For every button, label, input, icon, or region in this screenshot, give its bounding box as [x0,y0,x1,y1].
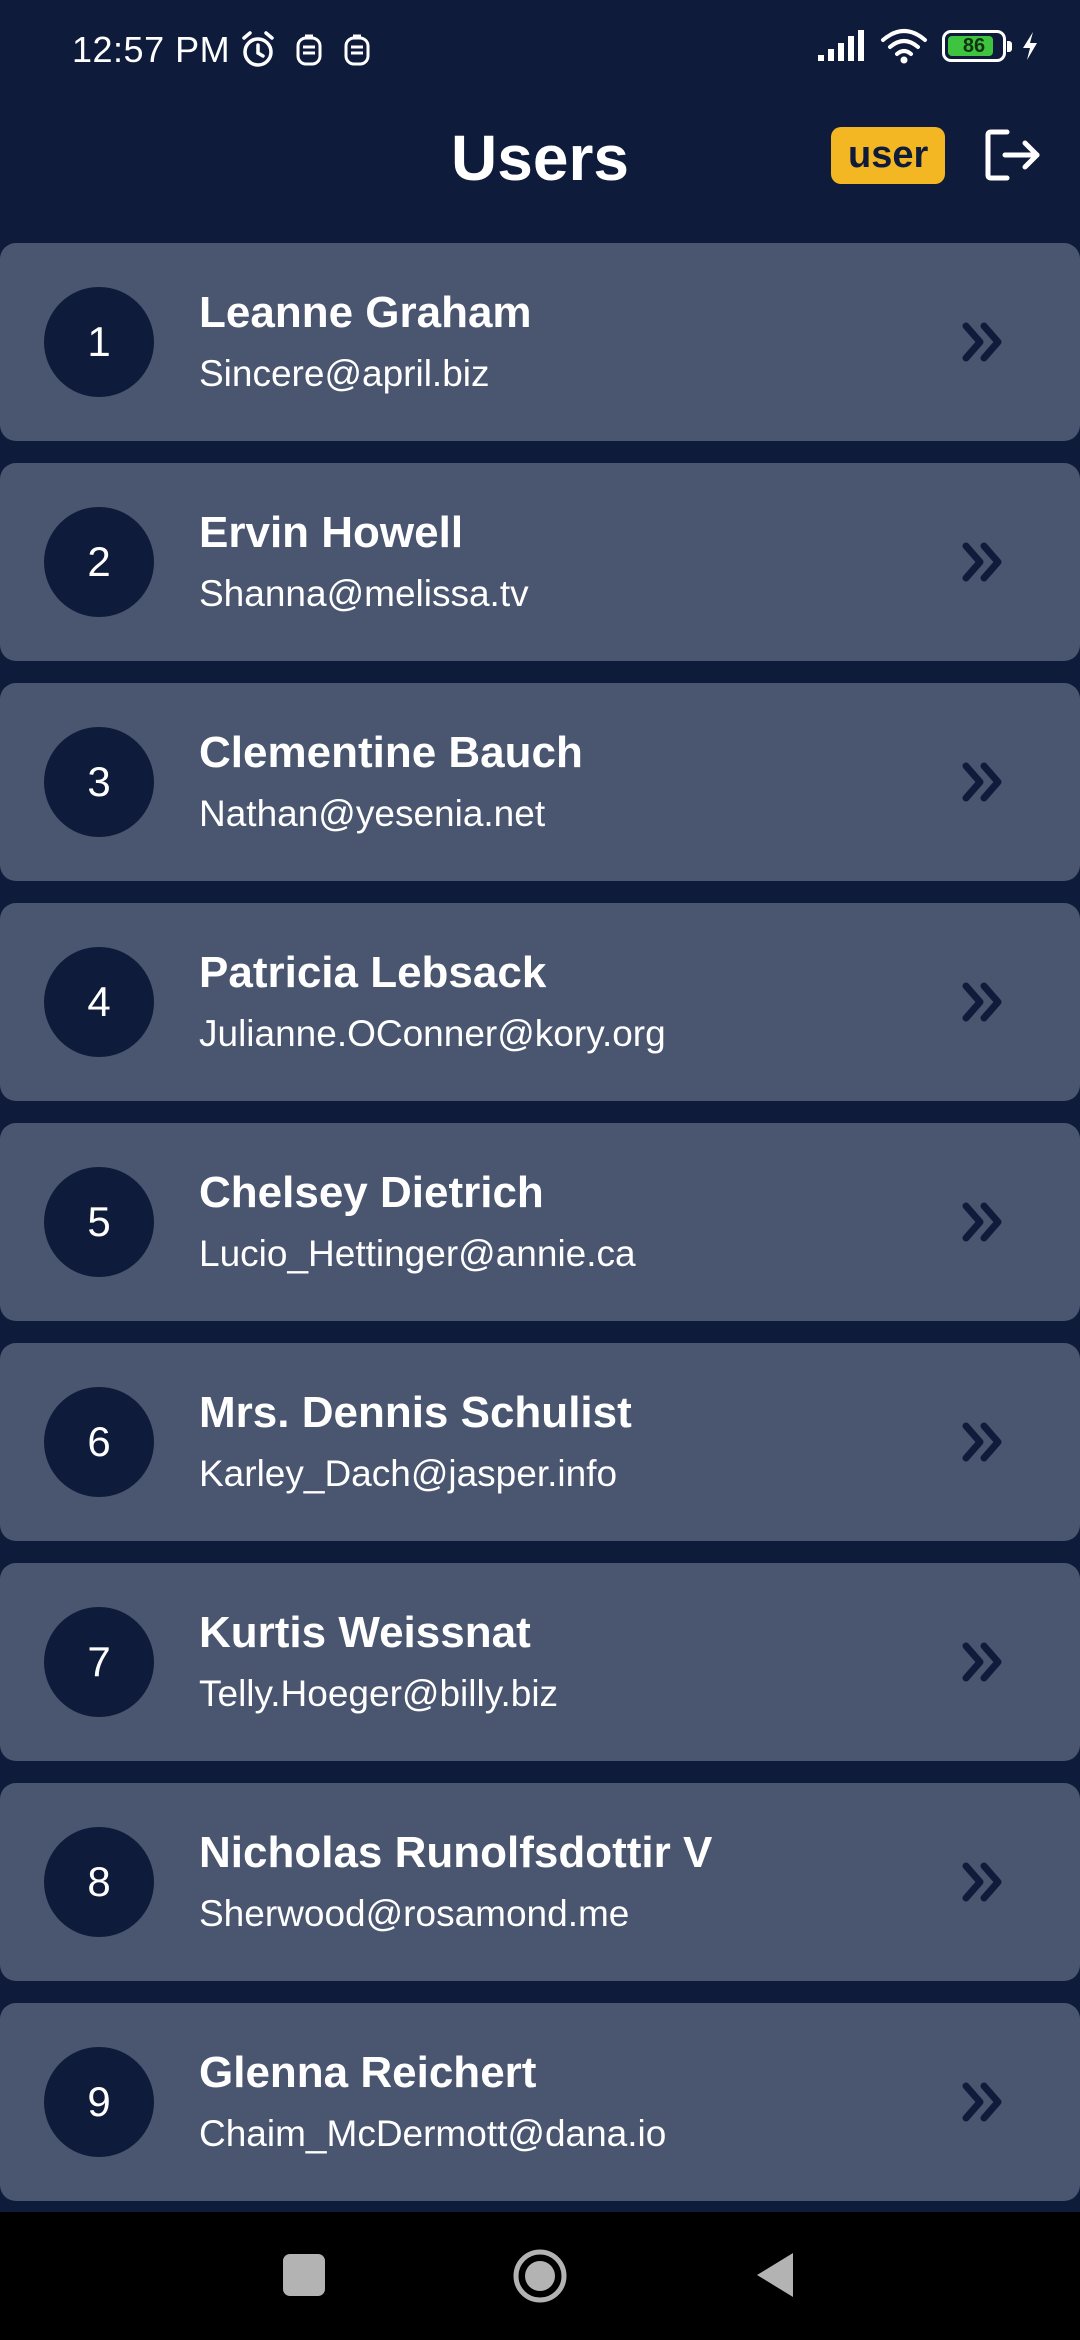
charging-icon [1023,32,1037,60]
role-badge: user [831,127,946,184]
battery-level: 86 [962,34,986,57]
double-chevron-right-icon [962,982,1002,1022]
user-card-5[interactable]: 5 Chelsey Dietrich Lucio_Hettinger@annie… [0,1123,1080,1321]
user-email: Julianne.OConner@kory.org [199,1013,666,1054]
battery-icon: 86 [942,30,1012,62]
user-card-3[interactable]: 3 Clementine Bauch Nathan@yesenia.net [0,683,1080,881]
user-card-4[interactable]: 4 Patricia Lebsack Julianne.OConner@kory… [0,903,1080,1101]
double-chevron-right-icon [962,1422,1002,1462]
user-name: Ervin Howell [199,508,464,557]
user-email: Chaim_McDermott@dana.io [199,2113,667,2154]
user-card-9[interactable]: 9 Glenna Reichert Chaim_McDermott@dana.i… [0,2003,1080,2201]
status-notification-icons [238,30,374,70]
double-chevron-right-icon [962,542,1002,582]
user-name: Kurtis Weissnat [199,1608,531,1657]
user-email: Sincere@april.biz [199,353,490,394]
signal-icon [818,30,864,61]
user-number-avatar: 2 [44,507,154,617]
user-number-avatar: 3 [44,727,154,837]
user-card-8[interactable]: 8 Nicholas Runolfsdottir V Sherwood@rosa… [0,1783,1080,1981]
double-chevron-right-icon [962,1202,1002,1242]
logout-icon [985,129,1040,181]
alarm-icon [242,31,274,67]
user-name: Patricia Lebsack [199,948,547,997]
user-name: Glenna Reichert [199,2048,537,2097]
wifi-icon [881,29,927,64]
user-number-avatar: 1 [44,287,154,397]
system-nav-bar [0,2212,1080,2340]
user-name: Nicholas Runolfsdottir V [199,1828,713,1877]
user-number-avatar: 8 [44,1827,154,1937]
user-card-7[interactable]: 7 Kurtis Weissnat Telly.Hoeger@billy.biz [0,1563,1080,1761]
status-right-icons: 86 [816,28,1040,64]
user-name: Chelsey Dietrich [199,1168,544,1217]
double-chevron-right-icon [962,1862,1002,1902]
double-chevron-right-icon [962,762,1002,802]
user-name: Leanne Graham [199,288,532,337]
user-name: Mrs. Dennis Schulist [199,1388,632,1437]
home-button[interactable] [512,2248,568,2304]
user-number-avatar: 5 [44,1167,154,1277]
status-time: 12:57 PM [72,29,231,70]
back-button[interactable] [753,2250,797,2300]
user-email: Sherwood@rosamond.me [199,1893,630,1934]
notification-icon [296,34,322,66]
user-number-avatar: 4 [44,947,154,1057]
user-card-6[interactable]: 6 Mrs. Dennis Schulist Karley_Dach@jaspe… [0,1343,1080,1541]
user-number-avatar: 9 [44,2047,154,2157]
user-number-avatar: 7 [44,1607,154,1717]
user-email: Lucio_Hettinger@annie.ca [199,1233,636,1274]
double-chevron-right-icon [962,2082,1002,2122]
user-email: Nathan@yesenia.net [199,793,546,834]
user-email: Karley_Dach@jasper.info [199,1453,618,1494]
app-header: Users user [0,100,1080,230]
user-name: Clementine Bauch [199,728,583,777]
user-number-avatar: 6 [44,1387,154,1497]
status-bar: 12:57 PM 86 [0,0,1080,100]
recents-button[interactable] [283,2254,325,2296]
app-screen: 12:57 PM 86 Users user 1 Leanne Graham S… [0,0,1080,2340]
user-email: Shanna@melissa.tv [199,573,529,614]
user-card-1[interactable]: 1 Leanne Graham Sincere@april.biz [0,243,1080,441]
double-chevron-right-icon [962,1642,1002,1682]
notification-icon [344,34,370,66]
double-chevron-right-icon [962,322,1002,362]
logout-button[interactable] [978,122,1048,188]
user-email: Telly.Hoeger@billy.biz [199,1673,559,1714]
user-card-2[interactable]: 2 Ervin Howell Shanna@melissa.tv [0,463,1080,661]
